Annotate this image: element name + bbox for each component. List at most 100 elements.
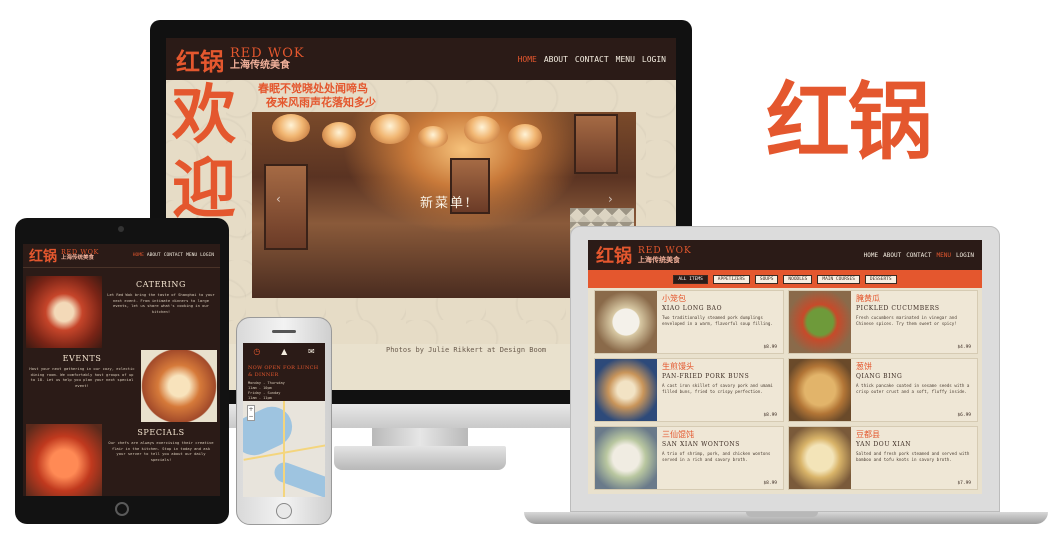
- monitor-stand-neck: [372, 428, 468, 448]
- nav-contact[interactable]: CONTACT: [575, 55, 609, 64]
- laptop-brand-tagline: 上海传统美食: [638, 255, 680, 265]
- nav-about[interactable]: ABOUT: [544, 55, 568, 64]
- menu-item-card[interactable]: 葱饼 QIANG BING A thick pancake coated in …: [788, 358, 978, 422]
- big-logo: 红锅: [765, 73, 932, 171]
- menu-item-photo: [789, 291, 851, 353]
- tablet-section-specials: SPECIALS Our chefs are always exercising…: [23, 424, 220, 496]
- laptop-logo-cn[interactable]: 红锅: [596, 242, 632, 268]
- hero-prev-arrow-icon[interactable]: ‹: [276, 192, 281, 206]
- filter-appetizers[interactable]: APPETIZERS: [712, 274, 750, 284]
- laptop-brand: RED WOK 上海传统美食: [638, 246, 692, 265]
- specials-text: Our chefs are always exercising their cr…: [108, 440, 214, 462]
- menu-item-card[interactable]: 小笼包 XIAO LONG BAO Two traditionally stea…: [594, 290, 784, 354]
- menu-item-price: $6.99: [957, 413, 971, 418]
- menu-item-name-en: XIAO LONG BAO: [662, 305, 723, 312]
- menu-item-desc: Salted and fresh pork steamed and served…: [856, 451, 970, 462]
- filter-noodles[interactable]: NOODLES: [783, 274, 813, 284]
- menu-item-desc: A trio of shrimp, pork, and chicken wont…: [662, 451, 771, 462]
- specials-photo: [26, 424, 102, 496]
- tablet-nav-contact[interactable]: CONTACT: [164, 253, 183, 258]
- menu-item-price: $8.99: [763, 345, 777, 350]
- desktop-nav-links: HOME ABOUT CONTACT MENU LOGIN: [518, 55, 666, 64]
- phone-map[interactable]: + −: [243, 401, 325, 497]
- menu-item-desc: Fresh cucumbers marinated in vinegar and…: [856, 315, 957, 326]
- hero-slogan-2: 夜来风雨声花落知多少: [266, 96, 376, 109]
- desktop-logo-cn[interactable]: 红锅: [176, 42, 224, 77]
- tablet-nav-links: HOME ABOUT CONTACT MENU LOGIN: [133, 253, 214, 258]
- tablet-nav-login[interactable]: LOGIN: [200, 253, 214, 258]
- phone-icon-bar: ◷ ▲ ✉: [243, 343, 325, 359]
- hero-slogan-1: 春眠不觉晓处处闻啼鸟: [258, 82, 368, 95]
- menu-item-card[interactable]: 腌黄瓜 PICKLED CUCUMBERS Fresh cucumbers ma…: [788, 290, 978, 354]
- menu-item-name-en: PAN-FRIED PORK BUNS: [662, 373, 750, 380]
- hero-caption: 新菜单!: [420, 196, 473, 211]
- menu-item-price: $8.99: [763, 413, 777, 418]
- phone-speaker: [272, 330, 296, 333]
- tablet-camera: [118, 226, 124, 232]
- desktop-navbar: 红锅 RED WOK 上海传统美食 HOME ABOUT CONTACT MEN…: [166, 38, 676, 80]
- building-icon[interactable]: ▲: [281, 347, 287, 356]
- menu-item-photo: [789, 427, 851, 489]
- mail-icon[interactable]: ✉: [308, 347, 315, 356]
- menu-item-name-cn: 三仙馄饨: [662, 430, 694, 439]
- brand-tagline: 上海传统美食: [230, 59, 290, 71]
- phone-hours-list: Monday - Thursday 11am - 10pm Friday - S…: [248, 381, 285, 401]
- tablet-nav-menu[interactable]: MENU: [186, 253, 197, 258]
- phone-home-button[interactable]: [276, 503, 292, 519]
- nav-home[interactable]: HOME: [518, 55, 537, 64]
- tablet-section-events: EVENTS Host your next gathering in our c…: [23, 350, 220, 422]
- tablet-logo-cn[interactable]: 红锅: [29, 246, 57, 266]
- tablet-navbar: 红锅 RED WOK 上海传统美食 HOME ABOUT CONTACT MEN…: [23, 244, 220, 268]
- welcome-char-2: 迎: [172, 153, 236, 227]
- desktop-brand: RED WOK 上海传统美食: [230, 47, 305, 71]
- laptop-nav-about[interactable]: ABOUT: [883, 252, 901, 259]
- photo-credit: Photos by Julie Rikkert at Design Boom: [386, 346, 547, 354]
- phone-hours-heading: NOW OPEN FOR LUNCH & DINNER: [248, 365, 319, 378]
- menu-item-desc: Two traditionally steamed pork dumplings…: [662, 315, 773, 326]
- events-photo: [141, 350, 217, 422]
- laptop-notch: [746, 512, 818, 517]
- filter-main-courses[interactable]: MAIN COURSES: [817, 274, 860, 284]
- menu-item-name-cn: 生煎馒头: [662, 362, 694, 371]
- menu-item-name-en: PICKLED CUCUMBERS: [856, 305, 940, 312]
- menu-item-price: $7.99: [957, 481, 971, 486]
- catering-title: CATERING: [135, 280, 186, 289]
- menu-item-photo: [595, 291, 657, 353]
- hero-next-arrow-icon[interactable]: ›: [608, 192, 613, 206]
- catering-photo: [26, 276, 102, 348]
- menu-item-name-en: QIANG BING: [856, 373, 903, 380]
- tablet-brand-tagline: 上海传统美食: [61, 255, 95, 262]
- laptop-nav-links: HOME ABOUT CONTACT MENU LOGIN: [864, 252, 974, 259]
- menu-item-card[interactable]: 三仙馄饨 SAN XIAN WONTONS A trio of shrimp, …: [594, 426, 784, 490]
- menu-item-photo: [789, 359, 851, 421]
- nav-menu[interactable]: MENU: [616, 55, 635, 64]
- menu-item-name-en: YAN DOU XIAN: [856, 441, 912, 448]
- laptop-nav-menu[interactable]: MENU: [936, 252, 950, 259]
- events-title: EVENTS: [62, 354, 102, 363]
- clock-icon[interactable]: ◷: [253, 347, 260, 356]
- tablet-nav-about[interactable]: ABOUT: [147, 253, 161, 258]
- menu-item-card[interactable]: 生煎馒头 PAN-FRIED PORK BUNS A cast iron ski…: [594, 358, 784, 422]
- laptop-nav-contact[interactable]: CONTACT: [906, 252, 931, 259]
- filter-soups[interactable]: SOUPS: [754, 274, 779, 284]
- tablet-screen: 红锅 RED WOK 上海传统美食 HOME ABOUT CONTACT MEN…: [23, 244, 220, 496]
- menu-item-price: $4.99: [957, 345, 971, 350]
- events-text: Host your next gathering in our cozy, ec…: [29, 366, 135, 388]
- nav-login[interactable]: LOGIN: [642, 55, 666, 64]
- menu-item-photo: [595, 427, 657, 489]
- menu-item-desc: A thick pancake coated in sesame seeds w…: [856, 383, 970, 394]
- map-zoom-control[interactable]: + −: [247, 405, 255, 421]
- tablet-nav-home[interactable]: HOME: [133, 253, 144, 258]
- laptop-screen: 红锅 RED WOK 上海传统美食 HOME ABOUT CONTACT MEN…: [588, 240, 982, 494]
- tablet-home-button[interactable]: [115, 502, 129, 516]
- menu-item-name-cn: 小笼包: [662, 294, 686, 303]
- menu-item-desc: A cast iron skillet of savory pork and u…: [662, 383, 773, 394]
- monitor-stand-base: [334, 446, 506, 470]
- filter-desserts[interactable]: DESSERTS: [864, 274, 897, 284]
- menu-item-card[interactable]: 豆都县 YAN DOU XIAN Salted and fresh pork s…: [788, 426, 978, 490]
- laptop-nav-home[interactable]: HOME: [864, 252, 878, 259]
- catering-text: Let Red Wok bring the taste of Shanghai …: [107, 292, 215, 314]
- laptop-nav-login[interactable]: LOGIN: [956, 252, 974, 259]
- welcome-char-1: 欢: [172, 80, 236, 153]
- filter-all-items[interactable]: ALL ITEMS: [673, 274, 708, 284]
